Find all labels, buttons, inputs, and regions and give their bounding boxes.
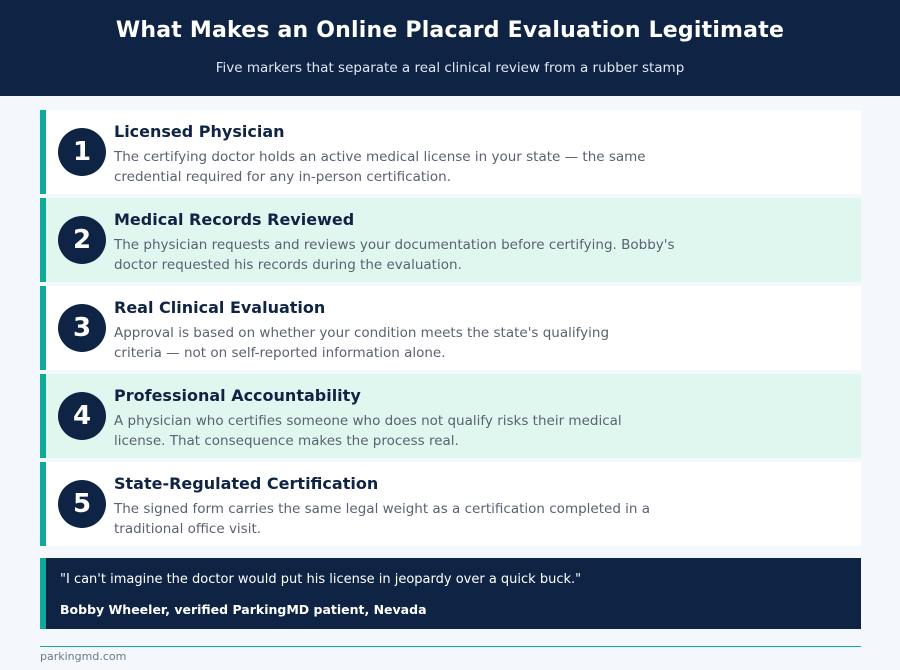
marker-description: The certifying doctor holds an active me… xyxy=(114,147,714,187)
marker-description-line: license. That consequence makes the proc… xyxy=(114,433,459,449)
marker-title: Real Clinical Evaluation xyxy=(114,298,326,317)
page-subtitle: Five markers that separate a real clinic… xyxy=(215,60,685,76)
footer-divider xyxy=(40,646,861,647)
marker-description-line: credential required for any in-person ce… xyxy=(114,169,452,185)
marker-title: Medical Records Reviewed xyxy=(114,210,355,229)
marker-title: State-Regulated Certification xyxy=(114,474,379,493)
marker-number-badge: 5 xyxy=(58,480,106,528)
markers-list: 1 Licensed Physician The certifying doct… xyxy=(40,110,861,550)
marker-description: The physician requests and reviews your … xyxy=(114,235,714,275)
quote-text: "I can't imagine the doctor would put hi… xyxy=(60,572,582,587)
marker-card-2: 2 Medical Records Reviewed The physician… xyxy=(40,198,861,282)
quote-attribution: Bobby Wheeler, verified ParkingMD patien… xyxy=(60,602,427,617)
marker-title: Licensed Physician xyxy=(114,122,285,141)
marker-number-badge: 4 xyxy=(58,392,106,440)
marker-description-line: The signed form carries the same legal w… xyxy=(114,501,651,517)
marker-card-3: 3 Real Clinical Evaluation Approval is b… xyxy=(40,286,861,370)
header-banner: What Makes an Online Placard Evaluation … xyxy=(0,0,900,96)
testimonial-quote: "I can't imagine the doctor would put hi… xyxy=(40,558,861,629)
marker-card-5: 5 State-Regulated Certification The sign… xyxy=(40,462,861,546)
page-title: What Makes an Online Placard Evaluation … xyxy=(115,18,785,43)
marker-number-badge: 3 xyxy=(58,304,106,352)
marker-description-line: The certifying doctor holds an active me… xyxy=(114,149,646,165)
marker-card-4: 4 Professional Accountability A physicia… xyxy=(40,374,861,458)
marker-number-badge: 1 xyxy=(58,128,106,176)
marker-description-line: traditional office visit. xyxy=(114,521,262,537)
marker-description-line: criteria — not on self-reported informat… xyxy=(114,345,446,361)
marker-description: The signed form carries the same legal w… xyxy=(114,499,714,539)
marker-description: Approval is based on whether your condit… xyxy=(114,323,714,363)
marker-description-line: A physician who certifies someone who do… xyxy=(114,413,622,429)
marker-description-line: The physician requests and reviews your … xyxy=(114,237,675,253)
marker-description-line: doctor requested his records during the … xyxy=(114,257,462,273)
marker-title: Professional Accountability xyxy=(114,386,361,405)
marker-description: A physician who certifies someone who do… xyxy=(114,411,714,451)
marker-number-badge: 2 xyxy=(58,216,106,264)
footer-site-link[interactable]: parkingmd.com xyxy=(40,650,126,663)
marker-card-1: 1 Licensed Physician The certifying doct… xyxy=(40,110,861,194)
marker-description-line: Approval is based on whether your condit… xyxy=(114,325,610,341)
